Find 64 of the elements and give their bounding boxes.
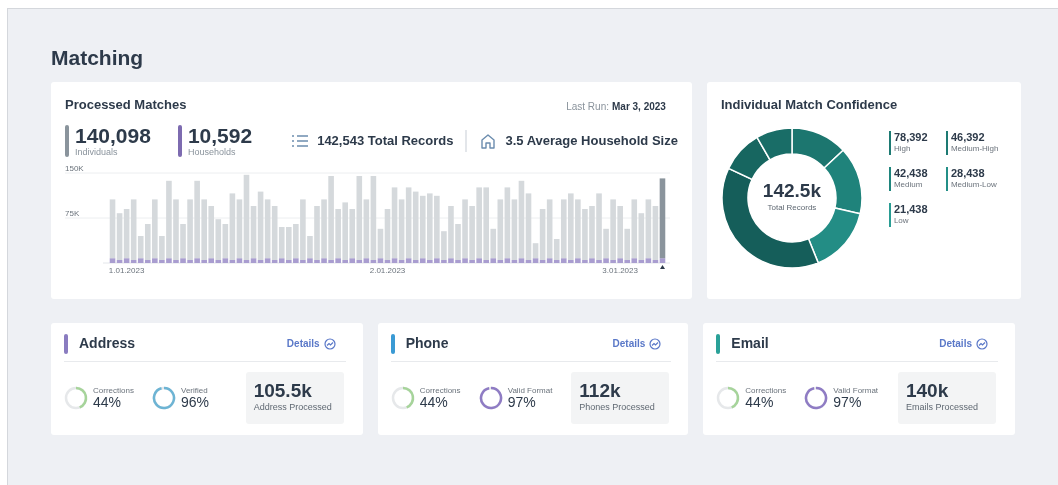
- stat-label: Individuals: [75, 146, 119, 157]
- total-value: 140k: [906, 381, 950, 401]
- legend-label: High: [893, 143, 912, 154]
- page-title: Matching: [51, 47, 145, 68]
- total-value: 112k: [579, 381, 622, 401]
- axis-label: 75K: [65, 208, 80, 218]
- details-link[interactable]: Details: [939, 336, 988, 351]
- total-value: 105.5k: [253, 381, 313, 401]
- donut-label: Total Records: [767, 202, 817, 214]
- legend-label: Medium-Low: [950, 179, 997, 190]
- metric-label: Verified: [181, 386, 209, 395]
- legend-value: 46,392: [950, 130, 986, 143]
- details-link[interactable]: Details: [286, 336, 336, 351]
- total-label: Address Processed: [253, 401, 333, 414]
- donut-total: 142.5k: [762, 181, 821, 200]
- ring-gauge: [64, 386, 88, 410]
- legend-label: Low: [893, 215, 910, 226]
- metric-label: Corrections: [745, 386, 787, 395]
- axis-label: 2.01.2023: [369, 265, 406, 275]
- metric-label: Valid Format: [833, 386, 879, 395]
- metric-label: Valid Format: [507, 386, 553, 395]
- metric-value: 97%: [833, 395, 863, 410]
- card-title: Address: [79, 334, 136, 353]
- metric-value: 97%: [507, 395, 537, 410]
- card-title: Individual Match Confidence: [720, 96, 899, 114]
- summary-text: 3.5 Average Household Size: [505, 131, 678, 150]
- card-title: Phone: [405, 334, 449, 353]
- marker-icon: [659, 264, 665, 269]
- metric-label: Corrections: [93, 386, 134, 395]
- metric-value: 96%: [181, 395, 210, 410]
- metric-label: Corrections: [419, 386, 461, 395]
- ring-gauge: [716, 386, 741, 410]
- last-run-label: Last Run:: [566, 100, 609, 115]
- legend-value: 21,438: [893, 202, 928, 215]
- chart-icon: [976, 337, 988, 350]
- axis-label: 3.01.2023: [602, 265, 638, 275]
- ring-gauge: [152, 386, 176, 410]
- stat-value: 10,592: [187, 124, 253, 147]
- legend-label: Medium: [893, 179, 924, 190]
- metric-value: 44%: [419, 395, 449, 410]
- ring-gauge: [804, 386, 829, 410]
- list-icon: [291, 132, 310, 149]
- total-label: Emails Processed: [906, 401, 979, 414]
- card-title: Email: [731, 334, 769, 353]
- metric-value: 44%: [745, 395, 775, 410]
- axis-label: 150K: [65, 163, 84, 173]
- legend-value: 78,392: [893, 130, 928, 143]
- total-label: Phones Processed: [579, 401, 656, 414]
- legend-value: 28,438: [950, 166, 986, 179]
- chart-icon: [323, 337, 336, 350]
- stat-label: Households: [187, 146, 237, 157]
- stat-value: 140,098: [75, 124, 151, 147]
- last-run-date: Mar 3, 2023: [612, 100, 666, 115]
- axis-label: 1.01.2023: [108, 265, 145, 275]
- legend-label: Medium-High: [950, 143, 999, 154]
- ring-gauge: [478, 386, 503, 410]
- summary-text: 142,543 Total Records: [317, 131, 454, 150]
- metric-value: 44%: [93, 395, 123, 410]
- chart-icon: [649, 337, 662, 350]
- house-icon: [479, 132, 498, 149]
- legend-value: 42,438: [893, 166, 928, 179]
- card-title: Processed Matches: [65, 96, 187, 114]
- ring-gauge: [390, 386, 415, 410]
- details-link[interactable]: Details: [612, 336, 662, 351]
